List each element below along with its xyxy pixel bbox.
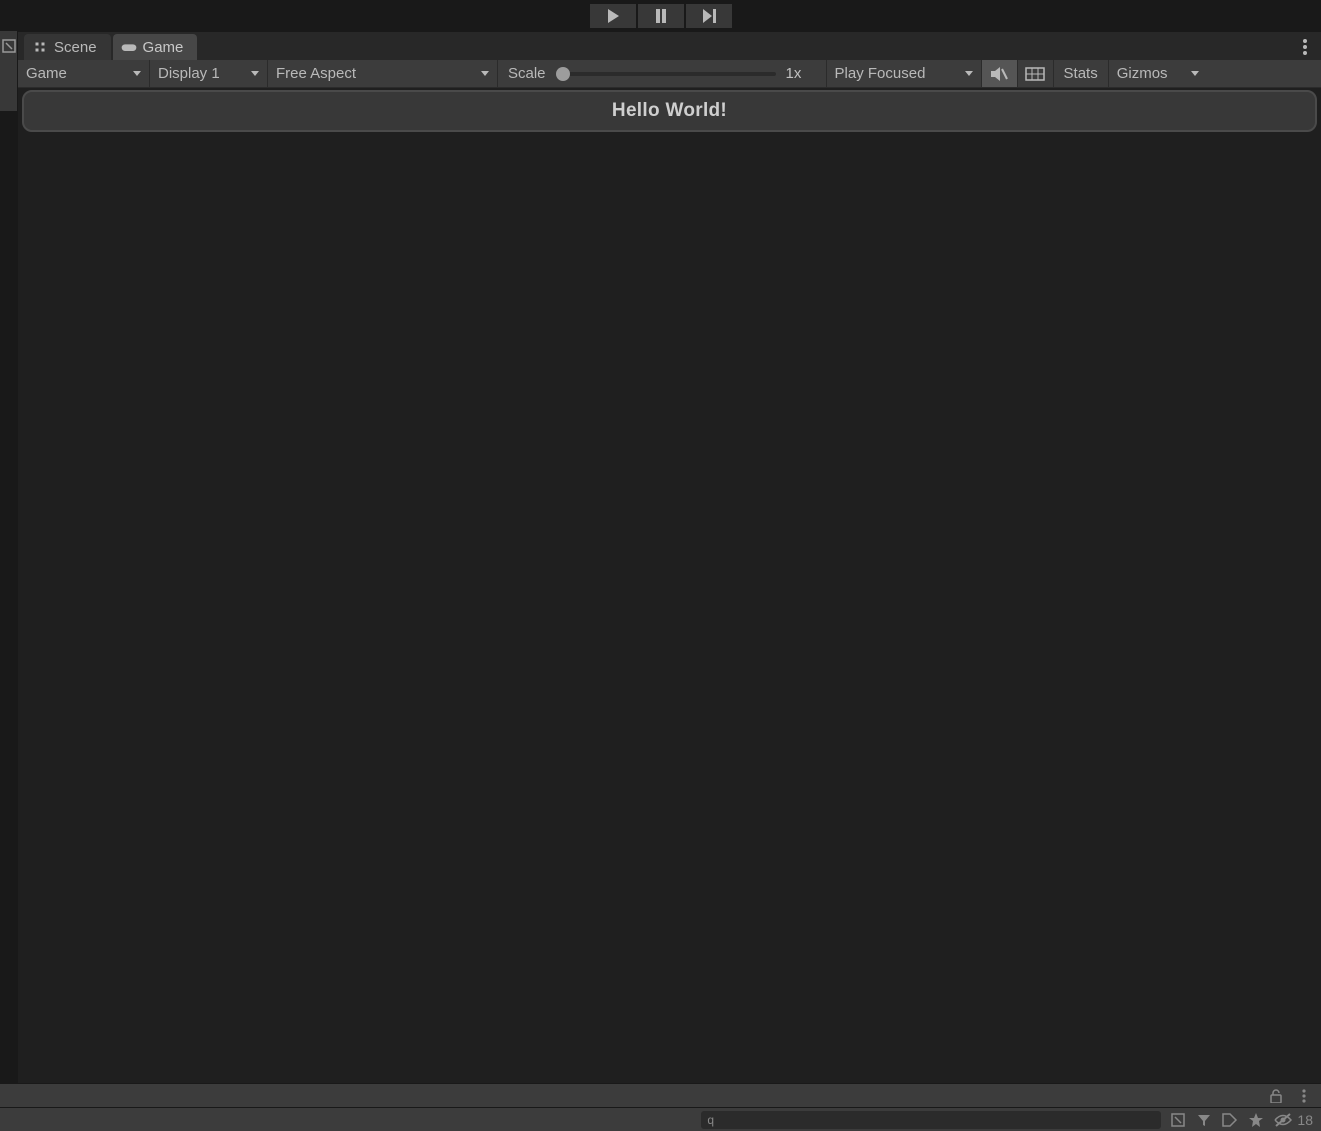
tab-scene-label: Scene — [54, 39, 97, 56]
scale-label: Scale — [508, 65, 546, 82]
aspect-dropdown[interactable]: Free Aspect — [268, 60, 498, 87]
hidden-objects-indicator[interactable]: 18 — [1273, 1112, 1313, 1128]
chevron-down-icon — [1191, 71, 1199, 76]
tabstrip: Scene Game — [18, 32, 1321, 60]
tab-menu-button[interactable] — [1295, 34, 1315, 60]
stats-button[interactable]: Stats — [1054, 60, 1109, 87]
tab-scene[interactable]: Scene — [24, 34, 111, 60]
tab-game[interactable]: Game — [113, 34, 198, 60]
game-mode-dropdown[interactable]: Game — [18, 60, 150, 87]
chevron-down-icon — [251, 71, 259, 76]
pause-button[interactable] — [638, 4, 684, 28]
panel-menu-button[interactable] — [1295, 1087, 1313, 1105]
left-dock-stub — [0, 31, 18, 111]
console-search-input[interactable]: q — [701, 1111, 1161, 1129]
panel-footer — [0, 1083, 1321, 1107]
tab-game-label: Game — [143, 39, 184, 56]
eye-off-icon — [1273, 1113, 1293, 1127]
game-viewport[interactable]: Hello World! — [18, 88, 1321, 1083]
hello-world-button[interactable]: Hello World! — [22, 90, 1317, 132]
aspect-dropdown-label: Free Aspect — [276, 65, 356, 82]
playbar — [0, 0, 1321, 31]
gizmos-dropdown-label: Gizmos — [1117, 65, 1168, 82]
console-bar: q 18 — [0, 1107, 1321, 1131]
display-dropdown-label: Display 1 — [158, 65, 220, 82]
display-dropdown[interactable]: Display 1 — [150, 60, 268, 87]
lock-icon[interactable] — [1267, 1087, 1285, 1105]
scale-slider[interactable] — [556, 72, 776, 76]
mute-audio-button[interactable] — [982, 60, 1018, 87]
scale-value: 1x — [786, 65, 816, 82]
scene-icon — [32, 41, 48, 53]
hidden-objects-count: 18 — [1297, 1112, 1313, 1128]
chevron-down-icon — [965, 71, 973, 76]
vsync-button[interactable] — [1018, 60, 1054, 87]
chevron-down-icon — [481, 71, 489, 76]
console-tag-icon[interactable] — [1221, 1111, 1239, 1129]
console-search-placeholder: q — [707, 1113, 714, 1127]
console-star-icon[interactable] — [1247, 1111, 1265, 1129]
game-mode-dropdown-label: Game — [26, 65, 67, 82]
hello-world-text: Hello World! — [612, 100, 727, 122]
chevron-down-icon — [133, 71, 141, 76]
gizmos-dropdown[interactable]: Gizmos — [1109, 60, 1207, 87]
console-filter-icon[interactable] — [1195, 1111, 1213, 1129]
game-toolbar: Game Display 1 Free Aspect Scale 1x Play… — [18, 60, 1321, 88]
hierarchy-peek-icon[interactable] — [2, 39, 16, 53]
play-mode-dropdown[interactable]: Play Focused — [827, 60, 982, 87]
scale-slider-thumb[interactable] — [556, 67, 570, 81]
game-panel: Scene Game Game Display 1 Free Aspect Sc… — [18, 31, 1321, 1083]
stats-button-label: Stats — [1064, 65, 1098, 82]
scale-control: Scale 1x — [498, 60, 827, 87]
step-button[interactable] — [686, 4, 732, 28]
play-mode-dropdown-label: Play Focused — [835, 65, 926, 82]
maximize-icon[interactable] — [1169, 1111, 1187, 1129]
play-button[interactable] — [590, 4, 636, 28]
gamepad-icon — [121, 41, 137, 53]
